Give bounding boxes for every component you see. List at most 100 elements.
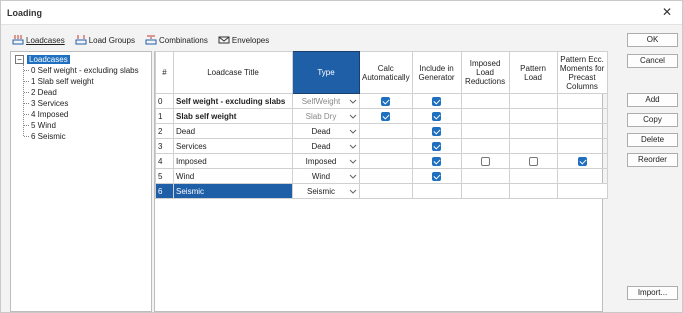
tree-item[interactable]: 1 Slab self weight — [24, 76, 139, 87]
table-row[interactable]: 3 Services Dead — [155, 138, 608, 154]
import-button[interactable]: Import... — [627, 286, 678, 300]
calc-checkbox[interactable] — [381, 96, 391, 106]
type-value: Dead — [311, 141, 331, 151]
chevron-down-icon[interactable] — [349, 112, 357, 120]
loadcase-title-cell[interactable]: Imposed — [173, 153, 293, 169]
row-number[interactable]: 4 — [155, 153, 174, 169]
row-number[interactable]: 0 — [155, 93, 174, 109]
chevron-down-icon[interactable] — [349, 157, 357, 165]
calc-cell — [359, 123, 413, 139]
include-checkbox[interactable] — [432, 156, 442, 166]
tree-item[interactable]: 6 Seismic — [24, 131, 139, 142]
row-number[interactable]: 2 — [155, 123, 174, 139]
include-cell[interactable] — [411, 108, 462, 124]
tab-combinations[interactable]: Combinations — [143, 33, 210, 47]
table-row[interactable]: 1 Slab self weight Slab Dry — [155, 108, 608, 124]
col-header-num[interactable]: # — [155, 51, 174, 94]
close-button[interactable]: ✕ — [660, 5, 674, 19]
loadcase-title-cell[interactable]: Slab self weight — [173, 108, 293, 124]
table-row[interactable]: 0 Self weight - excluding slabs SelfWeight — [155, 93, 608, 109]
row-number[interactable]: 6 — [155, 183, 174, 199]
calc-checkbox[interactable] — [381, 111, 391, 121]
col-header-reductions[interactable]: Imposed Load Reductions — [460, 51, 510, 94]
pattern-ecc-cell[interactable] — [556, 153, 608, 169]
chevron-down-icon[interactable] — [349, 187, 357, 195]
loadcase-title-cell[interactable]: Self weight - excluding slabs — [173, 93, 293, 109]
loadcase-title-cell[interactable]: Wind — [173, 168, 293, 184]
tab-envelopes[interactable]: Envelopes — [216, 33, 271, 47]
add-button[interactable]: Add — [627, 93, 678, 107]
pattern-cell[interactable] — [508, 153, 558, 169]
include-checkbox[interactable] — [432, 171, 442, 181]
include-checkbox[interactable] — [432, 111, 442, 121]
calc-cell — [359, 153, 413, 169]
loadcase-title-cell[interactable]: Services — [173, 138, 293, 154]
tree-item[interactable]: 3 Services — [24, 98, 139, 109]
reductions-cell — [460, 93, 510, 109]
loadcase-title-cell[interactable]: Seismic — [173, 183, 293, 199]
col-header-include[interactable]: Include in Generator — [411, 51, 462, 94]
type-dropdown[interactable]: Dead — [292, 138, 360, 154]
reductions-checkbox[interactable] — [480, 156, 490, 166]
pattern-ecc-cell — [556, 93, 608, 109]
calc-cell[interactable] — [359, 108, 413, 124]
include-checkbox[interactable] — [432, 96, 442, 106]
delete-button[interactable]: Delete — [627, 133, 678, 147]
reorder-button[interactable]: Reorder — [627, 153, 678, 167]
calc-cell — [359, 138, 413, 154]
chevron-down-icon[interactable] — [349, 127, 357, 135]
tree-item[interactable]: 2 Dead — [24, 87, 139, 98]
include-cell[interactable] — [411, 168, 462, 184]
ok-button[interactable]: OK — [627, 33, 678, 47]
col-header-pattern-ecc[interactable]: Pattern Ecc. Moments for Precast Columns — [556, 51, 608, 94]
chevron-down-icon[interactable] — [349, 172, 357, 180]
tree-expander-icon[interactable]: − — [15, 55, 24, 64]
include-cell[interactable] — [411, 123, 462, 139]
include-cell[interactable] — [411, 138, 462, 154]
reductions-cell[interactable] — [460, 153, 510, 169]
row-number[interactable]: 3 — [155, 138, 174, 154]
calc-cell — [359, 183, 413, 199]
cancel-button[interactable]: Cancel — [627, 54, 678, 68]
copy-button[interactable]: Copy — [627, 113, 678, 127]
table-row[interactable]: 5 Wind Wind — [155, 168, 608, 184]
include-cell[interactable] — [411, 93, 462, 109]
pattern-ecc-checkbox[interactable] — [577, 156, 587, 166]
type-dropdown[interactable]: Slab Dry — [292, 108, 360, 124]
col-header-type[interactable]: Type — [292, 51, 360, 94]
loadcase-title-cell[interactable]: Dead — [173, 123, 293, 139]
type-dropdown[interactable]: Seismic — [292, 183, 360, 199]
tab-loadcases[interactable]: Loadcases — [10, 33, 67, 47]
type-dropdown[interactable]: Wind — [292, 168, 360, 184]
tree-root-label[interactable]: Loadcases — [27, 55, 70, 64]
row-number[interactable]: 5 — [155, 168, 174, 184]
col-header-calc[interactable]: Calc Automatically — [359, 51, 413, 94]
include-checkbox[interactable] — [432, 126, 442, 136]
type-dropdown[interactable]: Dead — [292, 123, 360, 139]
chevron-down-icon[interactable] — [349, 97, 357, 105]
tree-item[interactable]: 4 Imposed — [24, 109, 139, 120]
col-header-pattern[interactable]: Pattern Load — [508, 51, 558, 94]
table-row[interactable]: 4 Imposed Imposed — [155, 153, 608, 169]
row-number[interactable]: 1 — [155, 108, 174, 124]
pattern-cell — [508, 183, 558, 199]
include-cell[interactable] — [411, 153, 462, 169]
table-row[interactable]: 6 Seismic Seismic — [155, 183, 608, 199]
pattern-ecc-cell — [556, 168, 608, 184]
chevron-down-icon[interactable] — [349, 142, 357, 150]
tab-label: Envelopes — [231, 35, 270, 45]
reductions-cell — [460, 183, 510, 199]
table-row[interactable]: 2 Dead Dead — [155, 123, 608, 139]
type-value: Imposed — [305, 156, 337, 166]
reductions-cell — [460, 108, 510, 124]
loadcase-tree[interactable]: − Loadcases 0 Self weight - excluding sl… — [10, 51, 152, 312]
type-dropdown[interactable]: Imposed — [292, 153, 360, 169]
tab-load-groups[interactable]: Load Groups — [73, 33, 137, 47]
include-checkbox[interactable] — [432, 141, 442, 151]
type-dropdown[interactable]: SelfWeight — [292, 93, 360, 109]
tree-item[interactable]: 0 Self weight - excluding slabs — [24, 65, 139, 76]
calc-cell[interactable] — [359, 93, 413, 109]
tree-item[interactable]: 5 Wind — [24, 120, 139, 131]
pattern-checkbox[interactable] — [528, 156, 538, 166]
col-header-title[interactable]: Loadcase Title — [173, 51, 293, 94]
